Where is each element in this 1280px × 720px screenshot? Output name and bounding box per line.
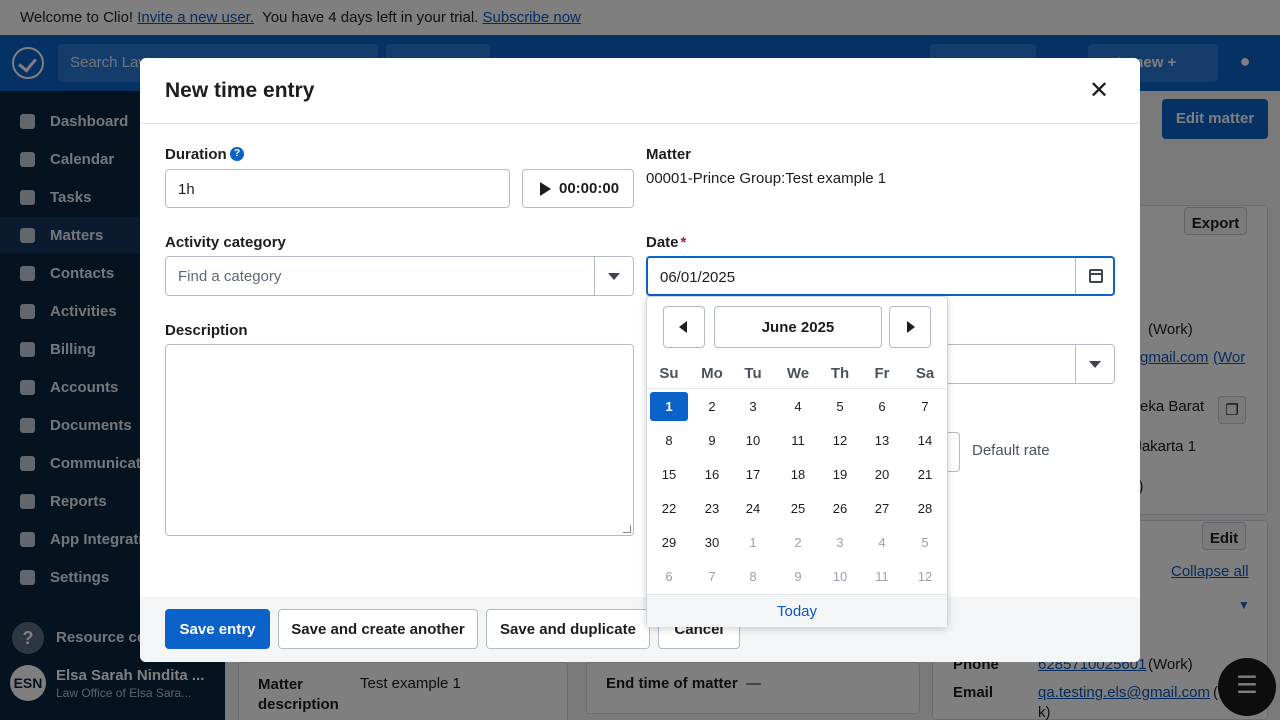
calendar-day[interactable]: 6 <box>650 562 688 591</box>
matter-label: Matter <box>646 146 692 163</box>
duration-value: 1h <box>178 181 195 198</box>
matter-value: 00001-Prince Group:Test example 1 <box>646 170 887 187</box>
calendar-day[interactable]: 6 <box>863 392 901 421</box>
hidden-select-field[interactable] <box>940 344 1115 384</box>
calendar-day[interactable]: 25 <box>779 494 817 523</box>
calendar-day[interactable]: 4 <box>779 392 817 421</box>
activity-category-placeholder: Find a category <box>178 268 282 285</box>
weekday-label: Su <box>659 365 679 382</box>
calendar-day[interactable]: 12 <box>906 562 944 591</box>
today-row: Today <box>647 594 947 627</box>
calendar-day[interactable]: 23 <box>693 494 731 523</box>
help-icon[interactable]: ? <box>230 147 244 161</box>
save-entry-button[interactable]: Save entry <box>165 609 270 649</box>
calendar-day[interactable]: 8 <box>734 562 772 591</box>
weekday-label: Fr <box>874 365 890 382</box>
close-icon[interactable]: ✕ <box>1086 78 1112 104</box>
arrow-left-icon <box>679 321 687 333</box>
calendar-day[interactable]: 8 <box>650 426 688 455</box>
save-and-duplicate-button[interactable]: Save and duplicate <box>486 609 650 649</box>
previous-month-button[interactable] <box>663 306 705 348</box>
default-rate-label: Default rate <box>972 442 1050 459</box>
weekday-label: Th <box>830 365 850 382</box>
calendar-day[interactable]: 27 <box>863 494 901 523</box>
calendar-day[interactable]: 7 <box>693 562 731 591</box>
weekday-label: Sa <box>915 365 935 382</box>
description-label: Description <box>165 322 248 339</box>
duration-field[interactable]: 1h <box>165 169 510 208</box>
calendar-day[interactable]: 5 <box>906 528 944 557</box>
calendar-day[interactable]: 17 <box>734 460 772 489</box>
calendar-day[interactable]: 10 <box>734 426 772 455</box>
calendar-day[interactable]: 20 <box>863 460 901 489</box>
month-label[interactable]: June 2025 <box>714 306 882 348</box>
timer-label: 00:00:00 <box>559 180 620 197</box>
calendar-day[interactable]: 10 <box>821 562 859 591</box>
calendar-day[interactable]: 7 <box>906 392 944 421</box>
calendar-day[interactable]: 3 <box>821 528 859 557</box>
duration-label: Duration <box>165 146 227 163</box>
resize-handle-icon[interactable] <box>623 525 631 533</box>
date-label: Date * <box>646 234 687 251</box>
select-divider <box>594 257 595 295</box>
weekday-label: Mo <box>701 365 723 382</box>
calendar-day[interactable]: 14 <box>906 426 944 455</box>
date-input[interactable]: 06/01/2025 <box>646 256 1115 296</box>
modal-footer: Save entry Save and create another Save … <box>140 597 1140 662</box>
calendar-day[interactable]: 11 <box>779 426 817 455</box>
start-timer-button[interactable]: 00:00:00 <box>522 169 634 208</box>
calendar-day[interactable]: 5 <box>821 392 859 421</box>
activity-category-label: Activity category <box>165 234 286 251</box>
weekday-label: Tu <box>744 365 762 382</box>
calendar-day[interactable]: 29 <box>650 528 688 557</box>
selected-day[interactable]: 1 <box>650 392 688 421</box>
calendar-day[interactable]: 21 <box>906 460 944 489</box>
calendar-day[interactable]: 12 <box>821 426 859 455</box>
calendar-day[interactable]: 24 <box>734 494 772 523</box>
weekday-header-row: Su Mo Tu We Th Fr Sa <box>647 357 947 389</box>
calendar-day[interactable]: 18 <box>779 460 817 489</box>
caret-down-icon[interactable] <box>1089 361 1101 368</box>
caret-down-icon[interactable] <box>608 273 620 280</box>
calendar-day[interactable]: 15 <box>650 460 688 489</box>
calendar-day[interactable]: 22 <box>650 494 688 523</box>
calendar-day[interactable]: 19 <box>821 460 859 489</box>
next-month-button[interactable] <box>889 306 931 348</box>
datepicker-popup: June 2025 Su Mo Tu We Th Fr Sa 1 2 3 4 5 6 7 8 9 10 11 12… <box>646 296 948 627</box>
calendar-day[interactable]: 9 <box>779 562 817 591</box>
calendar-day[interactable]: 2 <box>779 528 817 557</box>
date-divider <box>1075 258 1076 294</box>
weekday-label: We <box>786 365 810 382</box>
calendar-day[interactable]: 13 <box>863 426 901 455</box>
today-button[interactable]: Today <box>647 603 947 620</box>
description-textarea[interactable] <box>165 344 634 536</box>
arrow-right-icon <box>907 321 915 333</box>
calendar-icon[interactable] <box>1089 269 1103 283</box>
calendar-day[interactable]: 16 <box>693 460 731 489</box>
calendar-day[interactable]: 1 <box>734 528 772 557</box>
calendar-day[interactable]: 11 <box>863 562 901 591</box>
calendar-day[interactable]: 4 <box>863 528 901 557</box>
new-time-entry-modal: New time entry ✕ Duration ? 1h 00:00:00 … <box>140 58 1140 662</box>
activity-category-select[interactable]: Find a category <box>165 256 634 296</box>
save-and-create-another-button[interactable]: Save and create another <box>278 609 478 649</box>
modal-header-divider <box>140 123 1140 124</box>
calendar-day[interactable]: 30 <box>693 528 731 557</box>
date-value: 06/01/2025 <box>660 269 736 286</box>
calendar-day[interactable]: 28 <box>906 494 944 523</box>
calendar-day[interactable]: 2 <box>693 392 731 421</box>
required-asterisk: * <box>680 234 687 251</box>
modal-title: New time entry <box>165 79 315 102</box>
select-divider <box>1075 345 1076 383</box>
calendar-day[interactable]: 3 <box>734 392 772 421</box>
calendar-day[interactable]: 26 <box>821 494 859 523</box>
play-icon <box>540 182 551 196</box>
calendar-day[interactable]: 9 <box>693 426 731 455</box>
